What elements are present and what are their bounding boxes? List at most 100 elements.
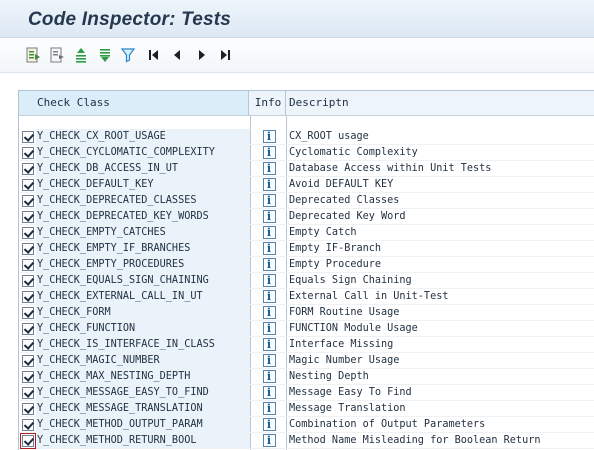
row-checkbox[interactable] bbox=[22, 243, 34, 255]
table-row[interactable]: Y_CHECK_METHOD_RETURN_BOOL i Method Name M… bbox=[19, 433, 594, 449]
info-cell[interactable]: i bbox=[252, 129, 286, 144]
row-checkbox[interactable] bbox=[22, 131, 34, 143]
table-row[interactable]: Y_CHECK_EQUALS_SIGN_CHAINING i Equals Sign… bbox=[19, 273, 594, 289]
info-icon[interactable]: i bbox=[262, 354, 276, 367]
info-cell[interactable]: i bbox=[252, 433, 286, 448]
info-icon[interactable]: i bbox=[262, 402, 276, 415]
row-checkbox[interactable] bbox=[22, 291, 34, 303]
check-class-cell[interactable]: Y_CHECK_IS_INTERFACE_IN_CLASS bbox=[36, 337, 250, 352]
row-checkbox[interactable] bbox=[22, 275, 34, 287]
row-checkbox[interactable] bbox=[22, 227, 34, 239]
check-class-cell[interactable]: Y_CHECK_DEPRECATED_KEY_WORDS bbox=[36, 209, 250, 224]
check-class-cell[interactable]: Y_CHECK_DEFAULT_KEY bbox=[36, 177, 250, 192]
row-checkbox[interactable] bbox=[22, 195, 34, 207]
row-checkbox[interactable] bbox=[22, 259, 34, 271]
check-class-cell[interactable]: Y_CHECK_CX_ROOT_USAGE bbox=[36, 129, 250, 144]
row-checkbox[interactable] bbox=[22, 339, 34, 351]
table-row[interactable]: Y_CHECK_METHOD_OUTPUT_PARAM i Combination … bbox=[19, 417, 594, 433]
table-row[interactable]: Y_CHECK_CX_ROOT_USAGE i CX_ROOT usage bbox=[19, 129, 594, 145]
info-icon[interactable]: i bbox=[262, 210, 276, 223]
table-row[interactable]: Y_CHECK_DEPRECATED_KEY_WORDS i Deprecated … bbox=[19, 209, 594, 225]
info-icon[interactable]: i bbox=[262, 274, 276, 287]
table-row[interactable]: Y_CHECK_DB_ACCESS_IN_UT i Database Access … bbox=[19, 161, 594, 177]
check-class-cell[interactable]: Y_CHECK_MESSAGE_EASY_TO_FIND bbox=[36, 385, 250, 400]
previous-page-button[interactable] bbox=[168, 46, 186, 64]
table-row[interactable]: Y_CHECK_DEFAULT_KEY i Avoid DEFAULT KEY bbox=[19, 177, 594, 193]
check-class-cell[interactable]: Y_CHECK_FUNCTION bbox=[36, 321, 250, 336]
check-class-cell[interactable]: Y_CHECK_METHOD_RETURN_BOOL bbox=[36, 433, 250, 448]
info-icon[interactable]: i bbox=[262, 194, 276, 207]
row-checkbox[interactable] bbox=[22, 307, 34, 319]
table-row[interactable]: Y_CHECK_MAX_NESTING_DEPTH i Nesting Depth bbox=[19, 369, 594, 385]
table-row[interactable]: Y_CHECK_CYCLOMATIC_COMPLEXITY i Cyclomatic… bbox=[19, 145, 594, 161]
select-layout-button[interactable] bbox=[48, 46, 66, 64]
table-row[interactable]: Y_CHECK_DEPRECATED_CLASSES i Deprecated Cl… bbox=[19, 193, 594, 209]
info-cell[interactable]: i bbox=[252, 241, 286, 256]
check-class-cell[interactable]: Y_CHECK_METHOD_OUTPUT_PARAM bbox=[36, 417, 250, 432]
info-icon[interactable]: i bbox=[262, 418, 276, 431]
info-icon[interactable]: i bbox=[262, 434, 276, 447]
info-icon[interactable]: i bbox=[262, 226, 276, 239]
check-class-cell[interactable]: Y_CHECK_EMPTY_IF_BRANCHES bbox=[36, 241, 250, 256]
table-row[interactable]: Y_CHECK_MAGIC_NUMBER i Magic Number Usage bbox=[19, 353, 594, 369]
header-description[interactable]: Descriptn bbox=[287, 91, 594, 115]
info-icon[interactable]: i bbox=[262, 290, 276, 303]
info-cell[interactable]: i bbox=[252, 273, 286, 288]
row-checkbox[interactable] bbox=[22, 211, 34, 223]
table-row[interactable]: Y_CHECK_MESSAGE_TRANSLATION i Message Tran… bbox=[19, 401, 594, 417]
info-icon[interactable]: i bbox=[262, 370, 276, 383]
check-class-cell[interactable]: Y_CHECK_MESSAGE_TRANSLATION bbox=[36, 401, 250, 416]
table-row[interactable]: Y_CHECK_IS_INTERFACE_IN_CLASS i Interface … bbox=[19, 337, 594, 353]
next-page-button[interactable] bbox=[193, 46, 211, 64]
table-row[interactable]: Y_CHECK_EMPTY_CATCHES i Empty Catch bbox=[19, 225, 594, 241]
check-class-cell[interactable]: Y_CHECK_MAX_NESTING_DEPTH bbox=[36, 369, 250, 384]
check-class-cell[interactable]: Y_CHECK_FORM bbox=[36, 305, 250, 320]
sort-descending-button[interactable] bbox=[96, 46, 114, 64]
info-icon[interactable]: i bbox=[262, 386, 276, 399]
sort-ascending-button[interactable] bbox=[72, 46, 90, 64]
check-class-cell[interactable]: Y_CHECK_MAGIC_NUMBER bbox=[36, 353, 250, 368]
info-cell[interactable]: i bbox=[252, 257, 286, 272]
row-checkbox[interactable] bbox=[22, 387, 34, 399]
info-cell[interactable]: i bbox=[252, 209, 286, 224]
info-cell[interactable]: i bbox=[252, 385, 286, 400]
info-cell[interactable]: i bbox=[252, 305, 286, 320]
header-check-class[interactable]: Check Class bbox=[19, 91, 249, 115]
info-cell[interactable]: i bbox=[252, 321, 286, 336]
table-row[interactable]: Y_CHECK_EMPTY_PROCEDURES i Empty Procedure bbox=[19, 257, 594, 273]
check-class-cell[interactable]: Y_CHECK_EMPTY_CATCHES bbox=[36, 225, 250, 240]
info-cell[interactable]: i bbox=[252, 161, 286, 176]
row-checkbox[interactable] bbox=[20, 433, 36, 449]
info-cell[interactable]: i bbox=[252, 417, 286, 432]
filter-button[interactable] bbox=[119, 46, 137, 64]
info-icon[interactable]: i bbox=[262, 322, 276, 335]
check-class-cell[interactable]: Y_CHECK_DB_ACCESS_IN_UT bbox=[36, 161, 250, 176]
info-cell[interactable]: i bbox=[252, 145, 286, 160]
check-class-cell[interactable]: Y_CHECK_EXTERNAL_CALL_IN_UT bbox=[36, 289, 250, 304]
table-row[interactable]: Y_CHECK_FUNCTION i FUNCTION Module Usage bbox=[19, 321, 594, 337]
info-cell[interactable]: i bbox=[252, 289, 286, 304]
table-row[interactable]: Y_CHECK_FORM i FORM Routine Usage bbox=[19, 305, 594, 321]
info-icon[interactable]: i bbox=[262, 178, 276, 191]
info-cell[interactable]: i bbox=[252, 177, 286, 192]
last-page-button[interactable] bbox=[216, 46, 234, 64]
info-cell[interactable]: i bbox=[252, 353, 286, 368]
info-cell[interactable]: i bbox=[252, 225, 286, 240]
row-checkbox[interactable] bbox=[22, 323, 34, 335]
info-icon[interactable]: i bbox=[262, 338, 276, 351]
row-checkbox[interactable] bbox=[22, 147, 34, 159]
table-row[interactable]: Y_CHECK_MESSAGE_EASY_TO_FIND i Message Eas… bbox=[19, 385, 594, 401]
info-cell[interactable]: i bbox=[252, 369, 286, 384]
info-icon[interactable]: i bbox=[262, 306, 276, 319]
row-checkbox[interactable] bbox=[22, 163, 34, 175]
check-class-cell[interactable]: Y_CHECK_CYCLOMATIC_COMPLEXITY bbox=[36, 145, 250, 160]
check-class-cell[interactable]: Y_CHECK_DEPRECATED_CLASSES bbox=[36, 193, 250, 208]
details-button[interactable] bbox=[24, 46, 42, 64]
info-icon[interactable]: i bbox=[262, 162, 276, 175]
row-checkbox[interactable] bbox=[22, 355, 34, 367]
row-checkbox[interactable] bbox=[22, 179, 34, 191]
info-cell[interactable]: i bbox=[252, 401, 286, 416]
info-icon[interactable]: i bbox=[262, 146, 276, 159]
info-icon[interactable]: i bbox=[262, 130, 276, 143]
table-row[interactable]: Y_CHECK_EXTERNAL_CALL_IN_UT i External Cal… bbox=[19, 289, 594, 305]
